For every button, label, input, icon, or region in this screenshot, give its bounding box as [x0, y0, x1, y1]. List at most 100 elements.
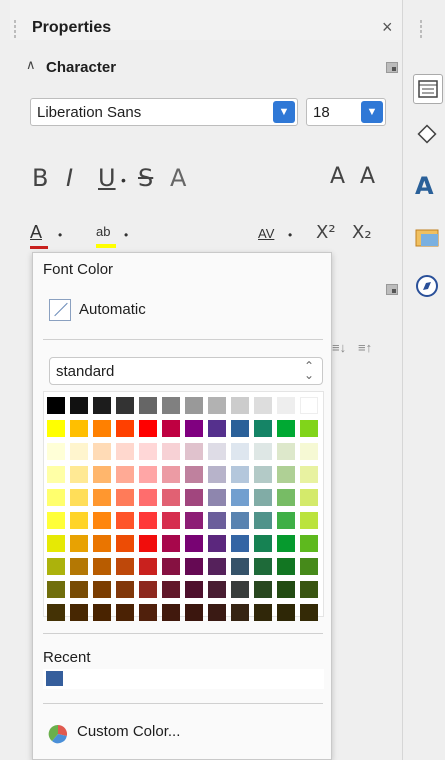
font-size-combo[interactable]: 18 ▼ — [306, 98, 386, 126]
color-swatch[interactable] — [300, 581, 318, 598]
color-swatch[interactable] — [47, 558, 65, 575]
color-swatch[interactable] — [231, 443, 249, 460]
color-swatch[interactable] — [93, 466, 111, 483]
color-swatch[interactable] — [185, 535, 203, 552]
color-swatch[interactable] — [116, 535, 134, 552]
color-swatch[interactable] — [254, 604, 272, 621]
color-swatch[interactable] — [139, 443, 157, 460]
color-swatch[interactable] — [254, 489, 272, 506]
color-swatch[interactable] — [300, 512, 318, 529]
color-swatch[interactable] — [139, 512, 157, 529]
color-swatch[interactable] — [93, 420, 111, 437]
chevron-down-icon[interactable]: ▼ — [361, 101, 383, 123]
color-swatch[interactable] — [116, 443, 134, 460]
color-swatch[interactable] — [208, 489, 226, 506]
color-swatch[interactable] — [277, 489, 295, 506]
palette-select[interactable]: standard ⌃ ⌄ — [49, 357, 323, 385]
color-swatch[interactable] — [254, 558, 272, 575]
chevron-down-icon[interactable]: ▼ — [273, 101, 295, 123]
more-options-button[interactable] — [386, 62, 398, 73]
color-swatch[interactable] — [231, 604, 249, 621]
strikethrough-button[interactable]: S — [138, 164, 153, 192]
color-swatch[interactable] — [162, 397, 180, 414]
color-swatch[interactable] — [254, 397, 272, 414]
color-swatch[interactable] — [208, 466, 226, 483]
close-button[interactable]: × — [382, 17, 393, 38]
color-swatch[interactable] — [208, 443, 226, 460]
color-swatch[interactable] — [300, 604, 318, 621]
gallery-icon[interactable] — [413, 222, 443, 252]
color-swatch[interactable] — [162, 604, 180, 621]
color-swatch[interactable] — [277, 397, 295, 414]
color-swatch[interactable] — [300, 443, 318, 460]
color-swatch[interactable] — [185, 489, 203, 506]
color-swatch[interactable] — [254, 581, 272, 598]
chevron-down-icon[interactable]: • — [288, 228, 292, 242]
color-swatch[interactable] — [231, 558, 249, 575]
grow-font-button[interactable]: A — [330, 164, 345, 189]
color-swatch[interactable] — [300, 558, 318, 575]
color-swatch[interactable] — [185, 443, 203, 460]
font-name-combo[interactable]: Liberation Sans ▼ — [30, 98, 298, 126]
color-swatch[interactable] — [70, 397, 88, 414]
color-swatch[interactable] — [139, 581, 157, 598]
color-swatch[interactable] — [300, 397, 318, 414]
recent-color-swatch[interactable] — [46, 671, 63, 686]
character-section-header[interactable]: ∧ Character — [20, 55, 400, 83]
color-swatch[interactable] — [139, 489, 157, 506]
color-swatch[interactable] — [47, 397, 65, 414]
color-swatch[interactable] — [254, 466, 272, 483]
color-swatch[interactable] — [231, 489, 249, 506]
color-swatch[interactable] — [254, 512, 272, 529]
font-color-button[interactable]: A • — [26, 222, 74, 249]
color-swatch[interactable] — [185, 604, 203, 621]
custom-color-button[interactable]: Custom Color... — [47, 719, 247, 747]
chevron-down-icon[interactable]: • — [124, 228, 128, 242]
color-swatch[interactable] — [277, 512, 295, 529]
color-swatch[interactable] — [254, 535, 272, 552]
color-swatch[interactable] — [162, 581, 180, 598]
color-swatch[interactable] — [116, 558, 134, 575]
color-swatch[interactable] — [208, 581, 226, 598]
color-swatch[interactable] — [116, 581, 134, 598]
color-swatch[interactable] — [47, 443, 65, 460]
color-swatch[interactable] — [208, 535, 226, 552]
color-swatch[interactable] — [185, 581, 203, 598]
styles-icon[interactable]: A — [413, 170, 443, 200]
color-swatch[interactable] — [139, 466, 157, 483]
color-swatch[interactable] — [70, 535, 88, 552]
color-swatch[interactable] — [116, 397, 134, 414]
color-swatch[interactable] — [93, 443, 111, 460]
superscript-button[interactable]: X² — [316, 222, 336, 243]
color-swatch[interactable] — [70, 604, 88, 621]
more-options-button[interactable] — [386, 284, 398, 295]
color-swatch[interactable] — [185, 512, 203, 529]
list-increase-icon[interactable]: ≡↑ — [358, 340, 372, 355]
color-swatch[interactable] — [139, 420, 157, 437]
color-swatch[interactable] — [162, 512, 180, 529]
color-swatch[interactable] — [162, 466, 180, 483]
color-swatch[interactable] — [277, 420, 295, 437]
italic-button[interactable]: I — [66, 164, 73, 192]
color-swatch[interactable] — [70, 558, 88, 575]
color-swatch[interactable] — [70, 581, 88, 598]
color-swatch[interactable] — [47, 489, 65, 506]
color-swatch[interactable] — [277, 558, 295, 575]
color-swatch[interactable] — [208, 604, 226, 621]
subscript-button[interactable]: X₂ — [352, 222, 372, 243]
color-swatch[interactable] — [139, 397, 157, 414]
color-swatch[interactable] — [162, 489, 180, 506]
color-swatch[interactable] — [231, 512, 249, 529]
shapes-icon[interactable] — [413, 122, 443, 152]
color-swatch[interactable] — [70, 443, 88, 460]
color-swatch[interactable] — [93, 558, 111, 575]
color-swatch[interactable] — [93, 512, 111, 529]
color-swatch[interactable] — [300, 420, 318, 437]
color-swatch[interactable] — [185, 466, 203, 483]
automatic-color-button[interactable]: Automatic — [49, 295, 229, 323]
color-swatch[interactable] — [208, 558, 226, 575]
color-swatch[interactable] — [185, 420, 203, 437]
color-swatch[interactable] — [231, 581, 249, 598]
underline-dropdown[interactable]: • — [121, 172, 126, 188]
color-swatch[interactable] — [300, 535, 318, 552]
